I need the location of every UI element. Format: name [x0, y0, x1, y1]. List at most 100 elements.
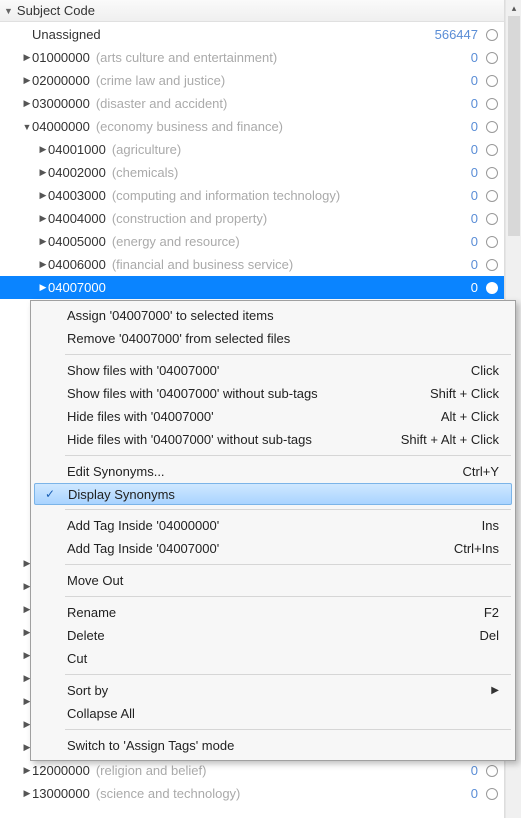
synonym: (computing and information technology) [112, 188, 340, 203]
synonym: (science and technology) [96, 786, 241, 801]
count: 0 [471, 119, 480, 134]
menu-shortcut: Ctrl+Ins [454, 541, 499, 556]
row-04007000[interactable]: ▶ 04007000 0 [0, 276, 504, 299]
radio-icon[interactable] [486, 259, 498, 271]
menu-edit-synonyms[interactable]: Edit Synonyms... Ctrl+Y [33, 460, 513, 483]
row-04003000[interactable]: ▶ 04003000 (computing and information te… [0, 184, 504, 207]
menu-label: Sort by [67, 683, 108, 698]
synonym: (construction and property) [112, 211, 267, 226]
disclosure-down-icon[interactable]: ▼ [22, 122, 32, 132]
disclosure-right-icon[interactable]: ▶ [22, 52, 32, 63]
row-04002000[interactable]: ▶ 04002000 (chemicals) 0 [0, 161, 504, 184]
row-04006000[interactable]: ▶ 04006000 (financial and business servi… [0, 253, 504, 276]
menu-label: Show files with '04007000' without sub-t… [67, 386, 318, 401]
synonym: (energy and resource) [112, 234, 240, 249]
row-04004000[interactable]: ▶ 04004000 (construction and property) 0 [0, 207, 504, 230]
radio-icon[interactable] [486, 167, 498, 179]
menu-label: Rename [67, 605, 116, 620]
count: 0 [471, 786, 480, 801]
radio-icon[interactable] [486, 213, 498, 225]
menu-sort-by[interactable]: Sort by ▶ [33, 679, 513, 702]
menu-assign[interactable]: Assign '04007000' to selected items [33, 304, 513, 327]
menu-switch-mode[interactable]: Switch to 'Assign Tags' mode [33, 734, 513, 757]
row-04001000[interactable]: ▶ 04001000 (agriculture) 0 [0, 138, 504, 161]
row-04000000[interactable]: ▼ 04000000 (economy business and finance… [0, 115, 504, 138]
row-01000000[interactable]: ▶ 01000000 (arts culture and entertainme… [0, 46, 504, 69]
scroll-up-icon[interactable]: ▴ [506, 0, 521, 16]
menu-label: Switch to 'Assign Tags' mode [67, 738, 234, 753]
radio-icon[interactable] [486, 282, 498, 294]
menu-cut[interactable]: Cut [33, 647, 513, 670]
code: 02000000 [32, 73, 90, 88]
count: 0 [471, 73, 480, 88]
menu-collapse-all[interactable]: Collapse All [33, 702, 513, 725]
count: 0 [471, 234, 480, 249]
menu-label: Delete [67, 628, 105, 643]
panel-header[interactable]: ▼ Subject Code [0, 0, 504, 22]
menu-shortcut: Del [479, 628, 499, 643]
menu-shortcut: Alt + Click [441, 409, 499, 424]
menu-show-files-no-sub[interactable]: Show files with '04007000' without sub-t… [33, 382, 513, 405]
radio-icon[interactable] [486, 98, 498, 110]
disclosure-right-icon[interactable]: ▶ [38, 190, 48, 201]
code: 04006000 [48, 257, 106, 272]
count: 0 [471, 50, 480, 65]
disclosure-right-icon[interactable]: ▶ [38, 167, 48, 178]
menu-add-tag-inside-04000000[interactable]: Add Tag Inside '04000000' Ins [33, 514, 513, 537]
menu-rename[interactable]: Rename F2 [33, 601, 513, 624]
row-12000000[interactable]: ▶ 12000000 (religion and belief) 0 [0, 759, 504, 782]
disclosure-right-icon[interactable]: ▶ [22, 75, 32, 86]
row-02000000[interactable]: ▶ 02000000 (crime law and justice) 0 [0, 69, 504, 92]
panel-title: Subject Code [17, 3, 95, 18]
row-04005000[interactable]: ▶ 04005000 (energy and resource) 0 [0, 230, 504, 253]
menu-separator [65, 509, 511, 510]
disclosure-right-icon[interactable]: ▶ [38, 282, 48, 293]
count: 0 [471, 96, 480, 111]
scrollbar-thumb[interactable] [508, 16, 520, 236]
code: 12000000 [32, 763, 90, 778]
disclosure-down-icon: ▼ [4, 6, 13, 16]
radio-icon[interactable] [486, 29, 498, 41]
row-unassigned[interactable]: Unassigned 566447 [0, 23, 504, 46]
row-03000000[interactable]: ▶ 03000000 (disaster and accident) 0 [0, 92, 504, 115]
radio-icon[interactable] [486, 236, 498, 248]
radio-icon[interactable] [486, 52, 498, 64]
menu-move-out[interactable]: Move Out [33, 569, 513, 592]
menu-label: Remove '04007000' from selected files [67, 331, 290, 346]
radio-icon[interactable] [486, 765, 498, 777]
radio-icon[interactable] [486, 121, 498, 133]
menu-display-synonyms[interactable]: ✓ Display Synonyms [34, 483, 512, 505]
label: Unassigned [32, 27, 101, 42]
disclosure-right-icon[interactable]: ▶ [38, 259, 48, 270]
menu-label: Hide files with '04007000' without sub-t… [67, 432, 312, 447]
radio-icon[interactable] [486, 190, 498, 202]
menu-label: Edit Synonyms... [67, 464, 165, 479]
menu-label: Collapse All [67, 706, 135, 721]
disclosure-right-icon[interactable]: ▶ [38, 144, 48, 155]
menu-delete[interactable]: Delete Del [33, 624, 513, 647]
menu-hide-files-no-sub[interactable]: Hide files with '04007000' without sub-t… [33, 428, 513, 451]
disclosure-right-icon[interactable]: ▶ [38, 236, 48, 247]
menu-label: Add Tag Inside '04007000' [67, 541, 219, 556]
disclosure-right-icon[interactable]: ▶ [22, 765, 32, 776]
disclosure-right-icon[interactable]: ▶ [22, 98, 32, 109]
code: 04007000 [48, 280, 106, 295]
row-13000000[interactable]: ▶ 13000000 (science and technology) 0 [0, 782, 504, 805]
count: 0 [471, 142, 480, 157]
disclosure-right-icon[interactable]: ▶ [38, 213, 48, 224]
disclosure-right-icon[interactable]: ▶ [22, 788, 32, 799]
count: 0 [471, 280, 480, 295]
menu-add-tag-inside-04007000[interactable]: Add Tag Inside '04007000' Ctrl+Ins [33, 537, 513, 560]
menu-label: Show files with '04007000' [67, 363, 219, 378]
menu-show-files[interactable]: Show files with '04007000' Click [33, 359, 513, 382]
radio-icon[interactable] [486, 75, 498, 87]
menu-remove[interactable]: Remove '04007000' from selected files [33, 327, 513, 350]
menu-separator [65, 729, 511, 730]
synonym: (crime law and justice) [96, 73, 225, 88]
menu-hide-files[interactable]: Hide files with '04007000' Alt + Click [33, 405, 513, 428]
menu-label: Add Tag Inside '04000000' [67, 518, 219, 533]
menu-shortcut: Shift + Click [430, 386, 499, 401]
radio-icon[interactable] [486, 788, 498, 800]
radio-icon[interactable] [486, 144, 498, 156]
code: 04004000 [48, 211, 106, 226]
